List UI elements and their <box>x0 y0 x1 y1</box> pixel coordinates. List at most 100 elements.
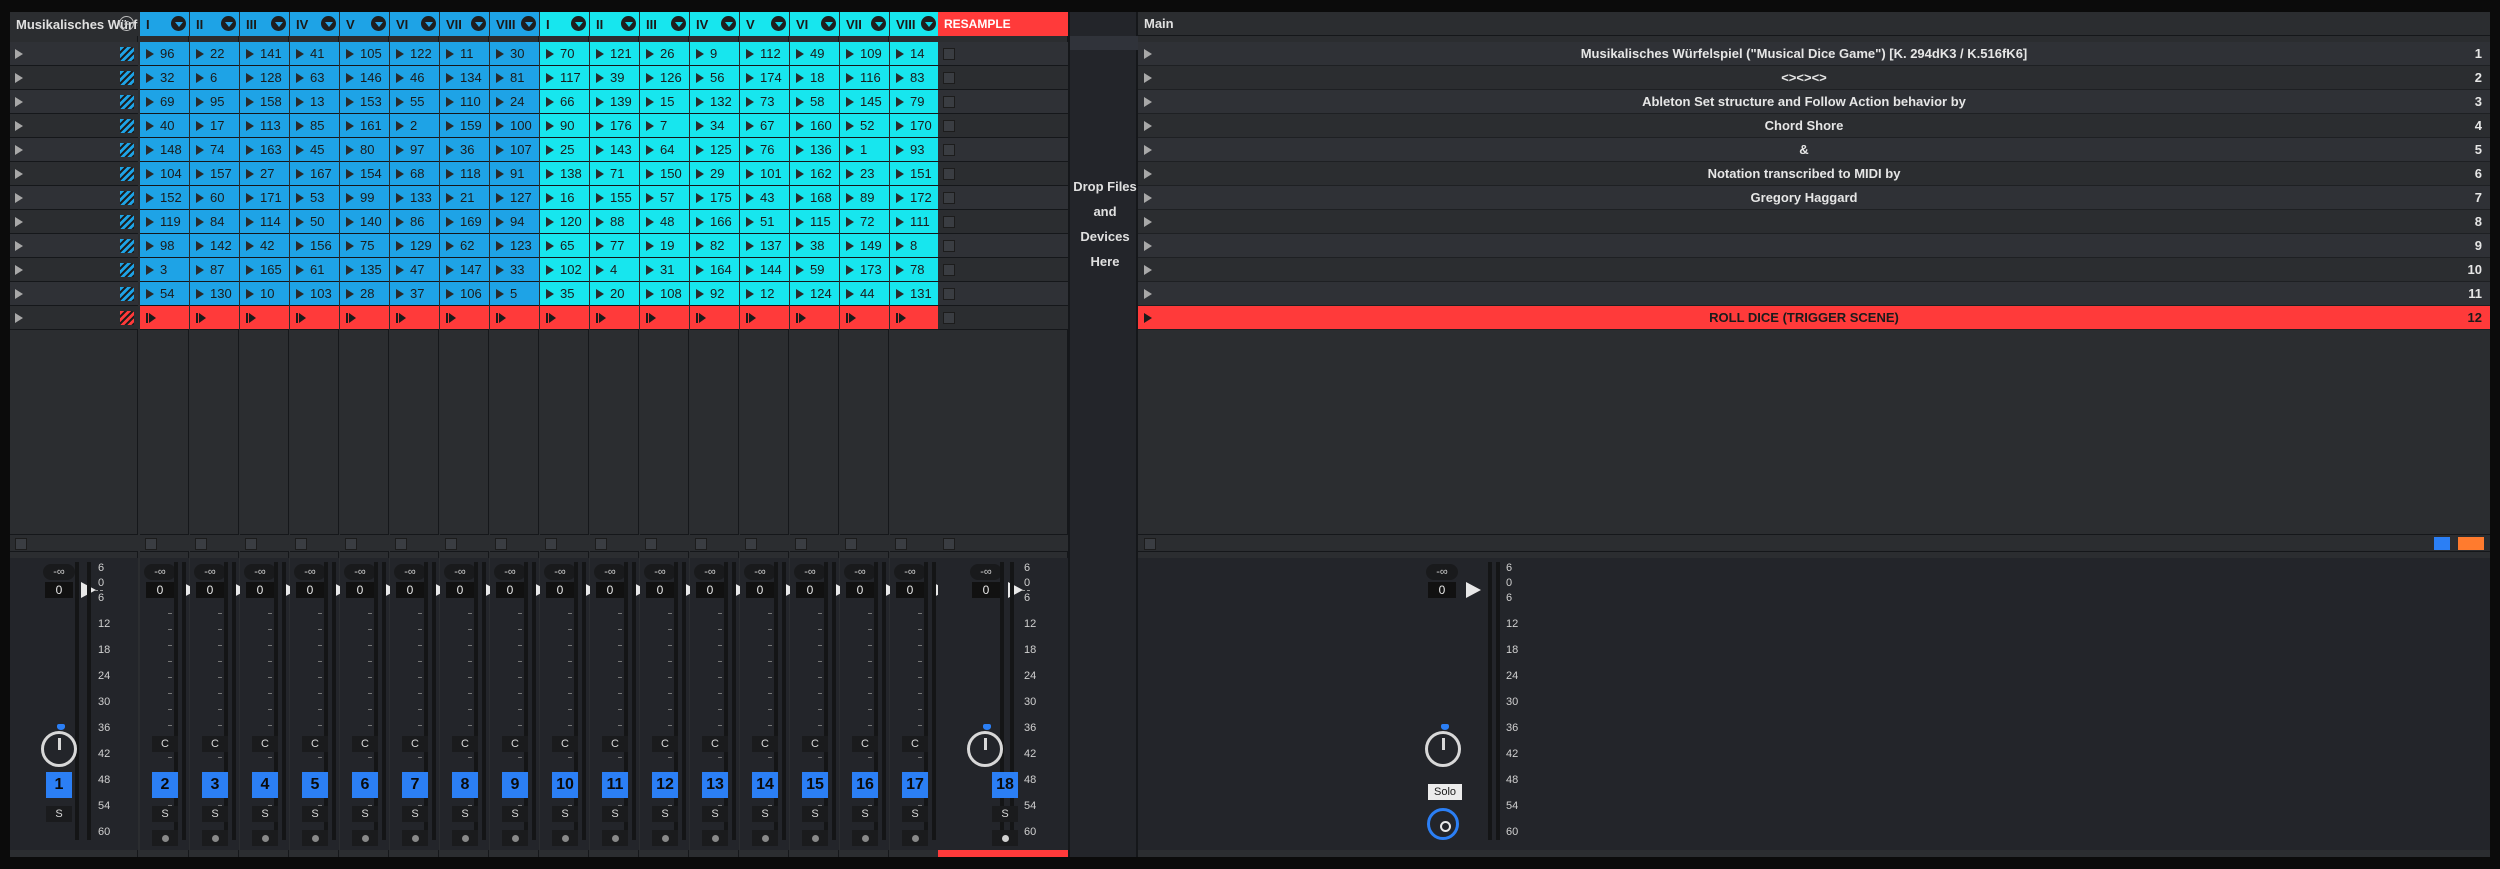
clip[interactable]: 3 <box>140 258 189 282</box>
volume-value-field[interactable]: 0 <box>196 582 224 598</box>
clip[interactable]: 112 <box>740 42 789 66</box>
clip[interactable]: 77 <box>590 234 639 258</box>
track-menu-chevron-icon[interactable] <box>471 16 486 31</box>
pan-knob-icon[interactable] <box>41 724 77 767</box>
track-title-9[interactable]: VIII <box>490 12 539 36</box>
dice-trigger-clip[interactable] <box>890 306 939 330</box>
track-title-14[interactable]: V <box>740 12 789 36</box>
clip-play-icon[interactable] <box>746 120 754 131</box>
clip-play-icon[interactable] <box>346 144 354 155</box>
clip[interactable]: 5 <box>490 282 539 306</box>
clip-play-icon[interactable] <box>146 216 154 227</box>
scene-launch-icon[interactable] <box>15 121 23 131</box>
volume-value-field[interactable]: 0 <box>846 582 874 598</box>
crossfade-assign-button[interactable]: C <box>702 736 728 752</box>
track-title-16[interactable]: VII <box>840 12 889 36</box>
clip-play-icon[interactable] <box>646 48 654 59</box>
clip-play-icon[interactable] <box>346 216 354 227</box>
clip-stop-button[interactable] <box>895 538 907 550</box>
slot-stop-icon[interactable] <box>943 288 955 300</box>
clip-stop-button[interactable] <box>695 538 707 550</box>
main-volume-value-field[interactable]: 0 <box>1428 582 1456 598</box>
clip-play-icon[interactable] <box>246 240 254 251</box>
crossfade-assign-button[interactable]: C <box>152 736 178 752</box>
clip[interactable]: 35 <box>540 282 589 306</box>
clip-play-icon[interactable] <box>446 120 454 131</box>
clip[interactable]: 110 <box>440 90 489 114</box>
clip[interactable]: 7 <box>640 114 689 138</box>
clip[interactable]: 150 <box>640 162 689 186</box>
clip-play-icon[interactable] <box>596 48 604 59</box>
clip[interactable]: 125 <box>690 138 739 162</box>
track-menu-chevron-icon[interactable] <box>421 16 436 31</box>
scene-launch-icon[interactable] <box>15 73 23 83</box>
clip-stop-button[interactable] <box>845 538 857 550</box>
scene-launch-icon[interactable] <box>1144 313 1152 323</box>
slot-stop-icon[interactable] <box>943 48 955 60</box>
dice-trigger-clip[interactable] <box>690 306 739 330</box>
clip[interactable]: 121 <box>590 42 639 66</box>
dice-trigger-clip[interactable] <box>390 306 439 330</box>
clip[interactable]: 123 <box>490 234 539 258</box>
clip-play-icon[interactable] <box>546 96 554 107</box>
clip-play-icon[interactable] <box>596 288 604 299</box>
clip-play-icon[interactable] <box>146 120 154 131</box>
clip-play-icon[interactable] <box>446 48 454 59</box>
clip-play-icon[interactable] <box>246 144 254 155</box>
clip[interactable]: 70 <box>540 42 589 66</box>
scene-row[interactable]: & 5 <box>1138 138 2490 162</box>
dice-trigger-clip[interactable] <box>290 306 339 330</box>
clip[interactable]: 39 <box>590 66 639 90</box>
track-activator-button[interactable]: 1 <box>46 772 72 798</box>
clip[interactable]: 116 <box>840 66 889 90</box>
clip-play-icon[interactable] <box>146 144 154 155</box>
clip-play-icon[interactable] <box>896 144 904 155</box>
clip-play-icon[interactable] <box>546 168 554 179</box>
clip-play-icon[interactable] <box>796 240 804 251</box>
solo-button[interactable]: S <box>902 806 928 822</box>
track-activator-button[interactable]: 7 <box>402 772 428 798</box>
clip-play-icon[interactable] <box>196 264 204 275</box>
clip[interactable]: 160 <box>790 114 839 138</box>
volume-value-field[interactable]: 0 <box>146 582 174 598</box>
clip-play-icon[interactable] <box>846 144 854 155</box>
record-arm-button[interactable] <box>252 830 278 846</box>
clip-play-icon[interactable] <box>446 192 454 203</box>
track-activator-button[interactable]: 8 <box>452 772 478 798</box>
clip[interactable]: 133 <box>390 186 439 210</box>
clip-play-icon[interactable] <box>196 96 204 107</box>
clip[interactable]: 117 <box>540 66 589 90</box>
clip-play-icon[interactable] <box>746 264 754 275</box>
clip-play-icon[interactable] <box>896 240 904 251</box>
record-arm-button[interactable] <box>402 830 428 846</box>
clip-play-icon[interactable] <box>296 120 304 131</box>
clip-play-icon[interactable] <box>196 120 204 131</box>
clip-play-icon[interactable] <box>496 96 504 107</box>
volume-value-field[interactable]: 0 <box>45 582 73 598</box>
clip[interactable]: 139 <box>590 90 639 114</box>
track-title-4[interactable]: III <box>240 12 289 36</box>
clip[interactable]: 174 <box>740 66 789 90</box>
clip[interactable]: 1 <box>840 138 889 162</box>
clip-play-icon[interactable] <box>746 240 754 251</box>
clip-play-icon[interactable] <box>446 288 454 299</box>
volume-value-field[interactable]: 0 <box>896 582 924 598</box>
scene-row[interactable]: <><><> 2 <box>1138 66 2490 90</box>
clip-play-icon[interactable] <box>396 144 404 155</box>
clip-play-icon[interactable] <box>346 264 354 275</box>
scene-launch-icon[interactable] <box>1144 73 1152 83</box>
clip-play-icon[interactable] <box>296 72 304 83</box>
clip-play-icon[interactable] <box>746 216 754 227</box>
clip[interactable]: 84 <box>190 210 239 234</box>
record-arm-button[interactable] <box>902 830 928 846</box>
resample-slot[interactable] <box>938 42 1068 66</box>
clip-play-icon[interactable] <box>396 216 404 227</box>
clip-stop-button[interactable] <box>495 538 507 550</box>
group-slot[interactable] <box>10 66 138 90</box>
track-activator-button[interactable]: 6 <box>352 772 378 798</box>
clip[interactable]: 43 <box>740 186 789 210</box>
clip-play-icon[interactable] <box>346 72 354 83</box>
cue-volume-knob-icon[interactable] <box>1427 808 1459 840</box>
scene-launch-icon[interactable] <box>1144 289 1152 299</box>
group-slot[interactable] <box>10 282 138 306</box>
